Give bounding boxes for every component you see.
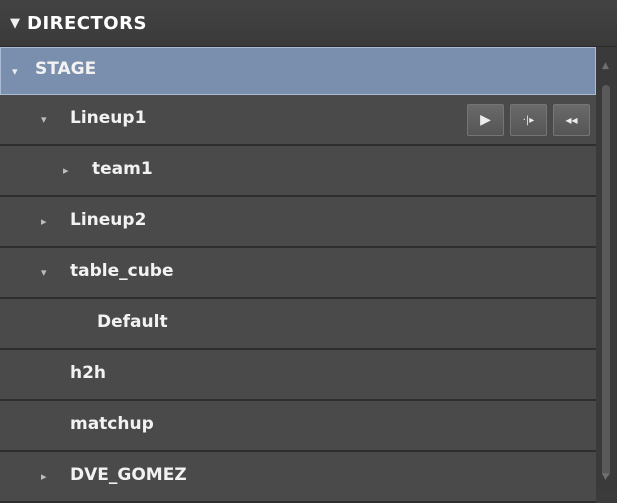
expand-arrow-icon[interactable]: ▸ [41, 215, 47, 228]
tree-label: Default [97, 312, 168, 332]
rewind-icon: ◂◂ [565, 113, 578, 127]
tree-label: Lineup1 [70, 108, 147, 128]
play-icon: ▶ [480, 112, 491, 128]
scroll-up-icon[interactable]: ▲ [602, 61, 609, 71]
tree-label: STAGE [35, 59, 97, 79]
expand-arrow-icon[interactable]: ▸ [63, 164, 69, 177]
tree-label: table_cube [70, 261, 174, 281]
tree-row-dve-gomez[interactable]: ▸ DVE_GOMEZ [0, 452, 596, 503]
director-controls: ▶ ·|▸ ◂◂ [467, 104, 590, 136]
tree-row-lineup1[interactable]: ▾ Lineup1 ▶ ·|▸ ◂◂ [0, 95, 596, 146]
tree-label: matchup [70, 414, 154, 434]
tree-row-h2h[interactable]: h2h [0, 350, 596, 401]
scroll-thumb[interactable] [602, 85, 610, 477]
play-button[interactable]: ▶ [467, 104, 504, 136]
tree-row-stage[interactable]: ▾ STAGE [0, 47, 596, 95]
scroll-down-icon[interactable]: ▼ [602, 472, 609, 482]
step-button[interactable]: ·|▸ [510, 104, 547, 136]
panel-title: DIRECTORS [27, 13, 147, 34]
tree-label: team1 [92, 159, 153, 179]
expand-arrow-icon[interactable]: ▾ [12, 65, 18, 78]
directors-panel: ▼ DIRECTORS ▾ STAGE ▾ Lineup1 ▶ ·|▸ ◂◂ ▸… [0, 0, 617, 503]
tree-row-team1[interactable]: ▸ team1 [0, 146, 596, 197]
expand-arrow-icon[interactable]: ▾ [41, 113, 47, 126]
tree-row-lineup2[interactable]: ▸ Lineup2 [0, 197, 596, 248]
vertical-scrollbar[interactable]: ▲ ▼ [597, 47, 617, 491]
tree-label: Lineup2 [70, 210, 147, 230]
tree-row-table-cube[interactable]: ▾ table_cube [0, 248, 596, 299]
tree-row-matchup[interactable]: matchup [0, 401, 596, 452]
tree-label: DVE_GOMEZ [70, 465, 187, 485]
directors-header[interactable]: ▼ DIRECTORS [0, 0, 617, 47]
collapse-arrow-icon[interactable]: ▼ [10, 16, 20, 31]
tree-row-default[interactable]: Default [0, 299, 596, 350]
tree-label: h2h [70, 363, 107, 383]
rewind-button[interactable]: ◂◂ [553, 104, 590, 136]
expand-arrow-icon[interactable]: ▸ [41, 470, 47, 483]
director-tree: ▾ STAGE ▾ Lineup1 ▶ ·|▸ ◂◂ ▸ team1 ▸ Lin… [0, 47, 596, 503]
step-icon: ·|▸ [522, 114, 535, 126]
expand-arrow-icon[interactable]: ▾ [41, 266, 47, 279]
